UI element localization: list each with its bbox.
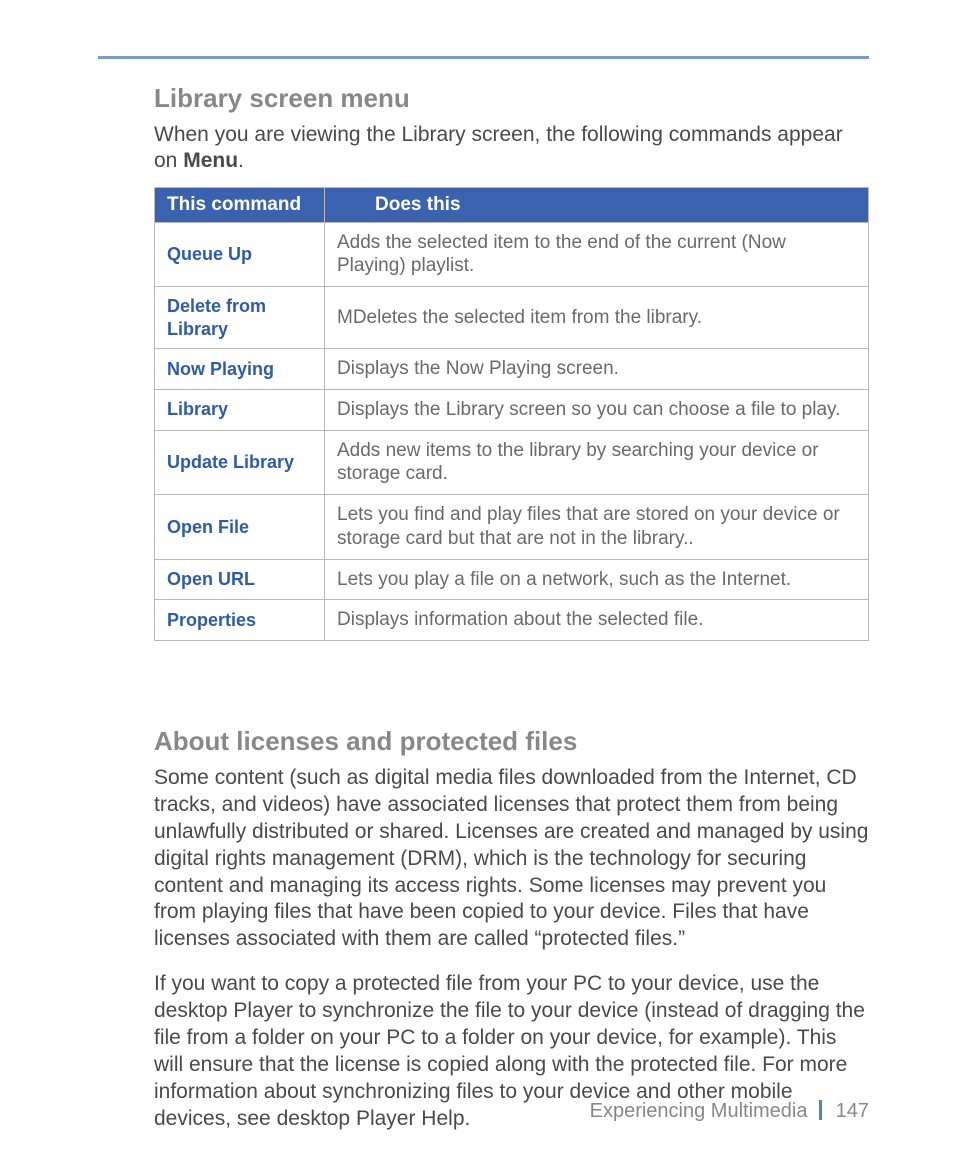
table-header-row: This command Does this <box>155 187 869 222</box>
table-row: Properties Displays information about th… <box>155 600 869 641</box>
intro-bold-menu: Menu <box>183 149 238 172</box>
command-desc: Lets you play a file on a network, such … <box>325 559 869 600</box>
section-heading-library-menu: Library screen menu <box>154 83 869 114</box>
table-header-command: This command <box>155 187 325 222</box>
table-row: Open URL Lets you play a file on a netwo… <box>155 559 869 600</box>
table-row: Open File Lets you find and play files t… <box>155 495 869 560</box>
table-row: Queue Up Adds the selected item to the e… <box>155 222 869 287</box>
command-name: Open URL <box>155 559 325 600</box>
command-name: Update Library <box>155 430 325 495</box>
command-table: This command Does this Queue Up Adds the… <box>154 187 869 642</box>
command-desc: Displays information about the selected … <box>325 600 869 641</box>
command-name: Now Playing <box>155 349 325 390</box>
page-content: Library screen menu When you are viewing… <box>98 56 869 1150</box>
table-row: Now Playing Displays the Now Playing scr… <box>155 349 869 390</box>
command-desc: Displays the Library screen so you can c… <box>325 389 869 430</box>
command-desc: Adds new items to the library by searchi… <box>325 430 869 495</box>
intro-text-pre: When you are viewing the Library screen,… <box>154 123 843 172</box>
command-desc: Lets you find and play files that are st… <box>325 495 869 560</box>
command-name: Properties <box>155 600 325 641</box>
table-row: Update Library Adds new items to the lib… <box>155 430 869 495</box>
command-desc: Adds the selected item to the end of the… <box>325 222 869 287</box>
command-name: Delete from Library <box>155 287 325 349</box>
intro-paragraph: When you are viewing the Library screen,… <box>154 122 869 175</box>
table-row: Library Displays the Library screen so y… <box>155 389 869 430</box>
intro-text-post: . <box>238 149 244 172</box>
section-licenses: About licenses and protected files Some … <box>154 726 869 1132</box>
table-row: Delete from Library MDeletes the selecte… <box>155 287 869 349</box>
command-name: Queue Up <box>155 222 325 287</box>
table-header-does: Does this <box>325 187 869 222</box>
section-heading-licenses: About licenses and protected files <box>154 726 869 757</box>
body-paragraph: Some content (such as digital media file… <box>154 765 869 953</box>
footer-page-number: 147 <box>836 1100 869 1122</box>
command-desc: Displays the Now Playing screen. <box>325 349 869 390</box>
command-desc: MDeletes the selected item from the libr… <box>325 287 869 349</box>
footer-separator-icon <box>819 1100 822 1120</box>
command-name: Open File <box>155 495 325 560</box>
footer-chapter: Experiencing Multimedia <box>590 1100 808 1122</box>
page-footer: Experiencing Multimedia 147 <box>590 1100 869 1123</box>
command-name: Library <box>155 389 325 430</box>
